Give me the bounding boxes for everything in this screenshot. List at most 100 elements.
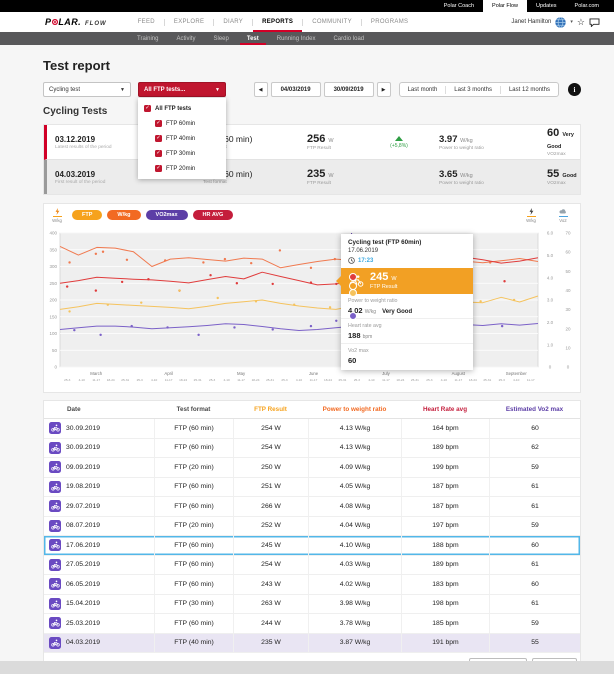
table-row[interactable]: 09.09.2019FTP (20 min)250 W4.09 W/kg199 … bbox=[44, 458, 580, 478]
subnav-item-sleep[interactable]: Sleep bbox=[206, 32, 235, 45]
menu-option-ftp-20min[interactable]: ✓FTP 20min bbox=[138, 161, 226, 176]
chart-svg[interactable]: 4003503002502001501005006.05.04.03.02.01… bbox=[44, 226, 581, 388]
subnav-item-test[interactable]: Test bbox=[240, 32, 266, 45]
table-row[interactable]: 30.09.2019FTP (60 min)254 W4.13 W/kg189 … bbox=[44, 439, 580, 459]
table-row[interactable]: 19.08.2019FTP (60 min)251 W4.05 W/kg187 … bbox=[44, 478, 580, 498]
table-row[interactable]: 04.03.2019FTP (40 min)235 W3.87 W/kg191 … bbox=[44, 634, 580, 654]
cell-wkg: 3.87 W/kg bbox=[308, 634, 401, 653]
svg-text:11-17: 11-17 bbox=[454, 378, 462, 382]
svg-text:25-31: 25-31 bbox=[411, 378, 419, 382]
end-date-field[interactable]: 30/09/2019 bbox=[324, 82, 374, 97]
checkbox-checked-icon[interactable]: ✓ bbox=[144, 105, 151, 112]
cell-vo2: 59 bbox=[489, 517, 580, 536]
cell-vo2: 59 bbox=[489, 458, 580, 477]
preset-last-3-months[interactable]: Last 3 months bbox=[446, 87, 500, 93]
prev-period-button[interactable]: ◀ bbox=[254, 82, 268, 97]
svg-text:30: 30 bbox=[565, 307, 571, 312]
subnav-item-running-index[interactable]: Running Index bbox=[270, 32, 323, 45]
preset-last-12-months[interactable]: Last 12 months bbox=[501, 87, 558, 93]
table-row[interactable]: 17.06.2019FTP (60 min)245 W4.10 W/kg188 … bbox=[44, 536, 580, 556]
legend-pill-vo2max[interactable]: VO2max bbox=[146, 210, 188, 220]
user-name: Janet Hamilton bbox=[511, 19, 551, 25]
column-header-test-format[interactable]: Test format bbox=[154, 401, 233, 418]
chevron-down-icon[interactable]: ▾ bbox=[570, 19, 573, 25]
table-row[interactable]: 25.03.2019FTP (60 min)244 W3.78 W/kg185 … bbox=[44, 614, 580, 634]
cell-hr: 197 bpm bbox=[401, 517, 489, 536]
menu-option-all-ftp-tests[interactable]: ✓All FTP tests bbox=[138, 101, 226, 116]
cell-format: FTP (60 min) bbox=[154, 497, 233, 516]
legend-pill-hr-avg[interactable]: HR AVG bbox=[193, 210, 234, 220]
date-presets: Last monthLast 3 monthsLast 12 months bbox=[399, 82, 559, 97]
topbar-link-polar-flow[interactable]: Polar Flow bbox=[483, 0, 527, 12]
test-filter-select[interactable]: All FTP tests... ▼ bbox=[138, 82, 226, 97]
summary-row-first[interactable]: 04.03.2019First result of the period FTP… bbox=[44, 160, 580, 194]
sport-select[interactable]: Cycling test ▼ bbox=[43, 82, 131, 97]
date-text: 30.09.2019 bbox=[66, 444, 100, 451]
topbar-link-polar-com[interactable]: Polar.com bbox=[566, 0, 608, 12]
checkbox-checked-icon[interactable]: ✓ bbox=[155, 120, 162, 127]
subnav-item-cardio-load[interactable]: Cardio load bbox=[326, 32, 371, 45]
favorites-star-icon[interactable]: ☆ bbox=[577, 18, 585, 27]
column-header-power-to-weight-ratio[interactable]: Power to weight ratio bbox=[308, 401, 401, 418]
nav-item-diary[interactable]: DIARY bbox=[214, 12, 252, 32]
next-period-button[interactable]: ▶ bbox=[377, 82, 391, 97]
column-header-estimated-vo2-max[interactable]: Estimated Vo2 max bbox=[489, 401, 580, 418]
checkbox-checked-icon[interactable]: ✓ bbox=[155, 150, 162, 157]
menu-option-ftp-30min[interactable]: ✓FTP 30min bbox=[138, 146, 226, 161]
menu-option-ftp-60min[interactable]: ✓FTP 60min bbox=[138, 116, 226, 131]
svg-text:25-3: 25-3 bbox=[64, 378, 70, 382]
topbar-link-polar-coach[interactable]: Polar Coach bbox=[435, 0, 483, 12]
column-header-ftp-result[interactable]: FTP Result bbox=[233, 401, 308, 418]
cell-ftp: 245 W bbox=[233, 536, 308, 555]
user-box[interactable]: Janet Hamilton ▾ ☆ bbox=[511, 17, 600, 28]
start-date-field[interactable]: 04/03/2019 bbox=[271, 82, 321, 97]
table-row[interactable]: 15.04.2019FTP (30 min)263 W3.98 W/kg198 … bbox=[44, 595, 580, 615]
topbar-link-updates[interactable]: Updates bbox=[527, 0, 566, 12]
nav-item-community[interactable]: COMMUNITY bbox=[303, 12, 361, 32]
table-row[interactable]: 06.05.2019FTP (60 min)243 W4.02 W/kg183 … bbox=[44, 575, 580, 595]
svg-text:June: June bbox=[309, 371, 319, 376]
nav-item-programs[interactable]: PROGRAMS bbox=[362, 12, 417, 32]
table-row[interactable]: 30.09.2019FTP (60 min)254 W4.13 W/kg164 … bbox=[44, 419, 580, 439]
subnav-item-activity[interactable]: Activity bbox=[169, 32, 202, 45]
cell-vo2: 60 bbox=[489, 536, 580, 555]
section-title: Cycling Tests bbox=[43, 106, 581, 117]
svg-text:March: March bbox=[90, 371, 103, 376]
legend-pill-w-kg[interactable]: W/kg bbox=[107, 210, 140, 220]
menu-option-ftp-40min[interactable]: ✓FTP 40min bbox=[138, 131, 226, 146]
svg-text:50: 50 bbox=[52, 348, 58, 353]
summary-row-latest[interactable]: 03.12.2019Latest results of the period F… bbox=[44, 125, 580, 160]
table-row[interactable]: 29.07.2019FTP (60 min)266 W4.08 W/kg187 … bbox=[44, 497, 580, 517]
cell-hr: 185 bpm bbox=[401, 614, 489, 633]
column-header-date[interactable]: Date bbox=[44, 401, 154, 418]
nav-item-reports[interactable]: REPORTS bbox=[253, 12, 302, 32]
sport-badge bbox=[49, 520, 61, 532]
legend-pill-ftp[interactable]: FTP bbox=[72, 210, 102, 220]
svg-text:25-3: 25-3 bbox=[499, 378, 505, 382]
cycling-icon bbox=[51, 619, 60, 627]
nav-item-explore[interactable]: EXPLORE bbox=[165, 12, 213, 32]
sport-badge bbox=[49, 442, 61, 454]
nav-item-feed[interactable]: FEED bbox=[129, 12, 164, 32]
cell-date: 25.03.2019 bbox=[44, 614, 154, 633]
polar-logo[interactable]: PLAR. FLOW bbox=[45, 17, 107, 27]
svg-text:25-3: 25-3 bbox=[354, 378, 360, 382]
svg-text:18-24: 18-24 bbox=[252, 378, 260, 382]
chat-bubble-icon[interactable] bbox=[589, 18, 600, 27]
info-icon[interactable]: i bbox=[568, 83, 581, 96]
preset-last-month[interactable]: Last month bbox=[400, 87, 446, 93]
test-chart[interactable]: 4003503002502001501005006.05.04.03.02.01… bbox=[44, 226, 581, 393]
table-row[interactable]: 08.07.2019FTP (20 min)252 W4.04 W/kg197 … bbox=[44, 517, 580, 537]
selected-test-marker bbox=[349, 312, 357, 320]
app: Polar CoachPolar FlowUpdatesPolar.com PL… bbox=[0, 0, 614, 674]
checkbox-checked-icon[interactable]: ✓ bbox=[155, 165, 162, 172]
user-avatar[interactable] bbox=[555, 17, 566, 28]
subnav-item-training[interactable]: Training bbox=[130, 32, 165, 45]
cell-date: 29.07.2019 bbox=[44, 497, 154, 516]
date-text: 25.03.2019 bbox=[66, 620, 100, 627]
checkbox-checked-icon[interactable]: ✓ bbox=[155, 135, 162, 142]
column-header-heart-rate-avg[interactable]: Heart Rate avg bbox=[401, 401, 489, 418]
table-row[interactable]: 27.05.2019FTP (60 min)254 W4.03 W/kg189 … bbox=[44, 556, 580, 576]
svg-text:18-24: 18-24 bbox=[396, 378, 404, 382]
clock-icon bbox=[348, 257, 355, 264]
